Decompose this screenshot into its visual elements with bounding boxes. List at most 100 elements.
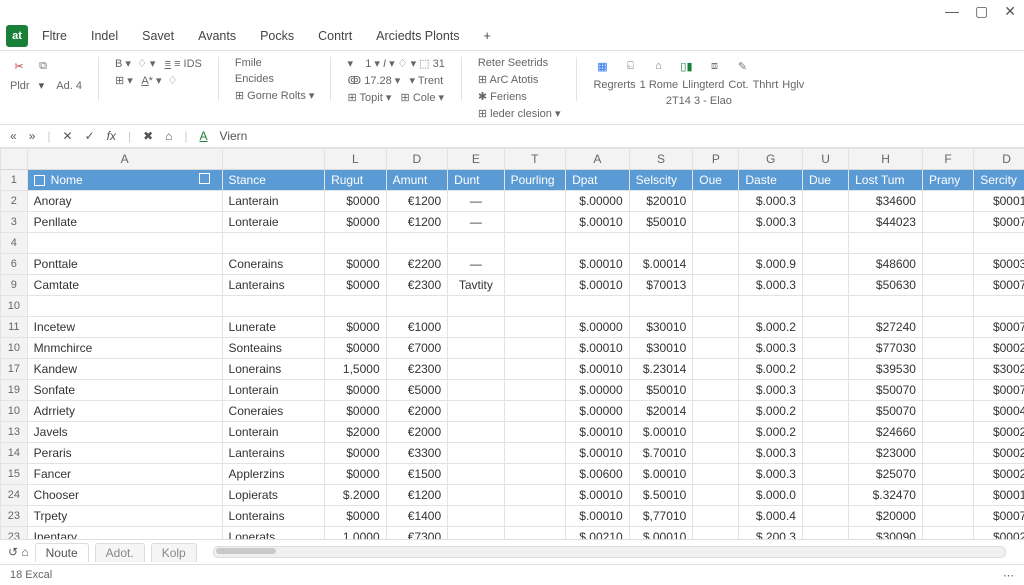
cell[interactable] — [802, 380, 848, 401]
cell[interactable]: Camtate — [27, 275, 222, 296]
ribbon-btn[interactable]: Regrerts — [593, 79, 635, 91]
cell[interactable]: $.00010 — [566, 275, 630, 296]
cell[interactable]: $.00600 — [566, 464, 630, 485]
cell[interactable] — [802, 506, 848, 527]
filter-header[interactable]: Amunt — [386, 170, 448, 191]
ribbon-label[interactable]: ⊞ leder clesion ▾ — [478, 107, 561, 120]
cell[interactable] — [566, 233, 630, 254]
row-header[interactable]: 9 — [1, 275, 28, 296]
cell[interactable]: — — [448, 212, 504, 233]
cell[interactable] — [448, 401, 504, 422]
cell[interactable]: Lonteraie — [222, 212, 325, 233]
cut-icon[interactable]: ✂ — [10, 57, 28, 75]
cell[interactable] — [386, 296, 448, 317]
cell[interactable]: $.00010 — [566, 485, 630, 506]
cell[interactable] — [222, 296, 325, 317]
cell[interactable]: $39530 — [849, 359, 923, 380]
cell[interactable] — [802, 485, 848, 506]
cell[interactable]: Lonerains — [222, 359, 325, 380]
sheet-tab[interactable]: Adot. — [95, 543, 145, 562]
cell[interactable] — [922, 401, 973, 422]
cell[interactable]: €2000 — [386, 422, 448, 443]
cell[interactable]: $70013 — [629, 275, 693, 296]
cell[interactable]: Lanterain — [222, 191, 325, 212]
cell[interactable] — [693, 422, 739, 443]
cell[interactable]: $0000 — [325, 380, 387, 401]
cell[interactable] — [693, 296, 739, 317]
column-header[interactable]: G — [739, 149, 803, 170]
namebox[interactable]: Viern — [220, 129, 248, 143]
cell[interactable] — [693, 254, 739, 275]
cell[interactable]: €2200 — [386, 254, 448, 275]
cell[interactable]: Chooser — [27, 485, 222, 506]
filter-icon[interactable]: ⧈ — [705, 57, 723, 75]
cell[interactable]: $20000 — [849, 506, 923, 527]
cell[interactable]: €1500 — [386, 464, 448, 485]
cell[interactable]: $23000 — [849, 443, 923, 464]
filter-header[interactable]: Sercity — [974, 170, 1024, 191]
nav-left-icon[interactable]: « — [10, 129, 17, 143]
menu-tab[interactable]: Fltre — [32, 25, 77, 47]
cell[interactable]: $.00000 — [566, 380, 630, 401]
cell[interactable] — [849, 296, 923, 317]
cell[interactable]: $.00010 — [629, 422, 693, 443]
spreadsheet-grid[interactable]: ALDETASPGUHFD 1NomeStanceRugutAmuntDuntP… — [0, 148, 1024, 539]
filter-header[interactable]: Stance — [222, 170, 325, 191]
cell[interactable]: $.000.4 — [739, 506, 803, 527]
cell[interactable]: $00048 — [974, 401, 1024, 422]
cell[interactable]: $.000.0 — [739, 485, 803, 506]
ribbon-label[interactable]: Fmile — [235, 57, 262, 69]
row-header[interactable]: 10 — [1, 296, 28, 317]
cell[interactable] — [504, 527, 566, 540]
wrap-group[interactable]: ⊞ Topit ▾ ⊞ Cole ▾ — [347, 91, 444, 104]
cell[interactable]: $0000 — [325, 254, 387, 275]
cell[interactable]: Sonfate — [27, 380, 222, 401]
row-header[interactable]: 2 — [1, 191, 28, 212]
cell[interactable]: €7300 — [386, 527, 448, 540]
cell[interactable] — [922, 506, 973, 527]
cell[interactable] — [504, 380, 566, 401]
filter-header[interactable]: Prany — [922, 170, 973, 191]
cell[interactable]: Inentary — [27, 527, 222, 540]
cell[interactable]: $0000 — [325, 338, 387, 359]
cell[interactable]: $0000 — [325, 317, 387, 338]
row-header[interactable]: 19 — [1, 380, 28, 401]
cell[interactable]: Mnmchirce — [27, 338, 222, 359]
cell[interactable] — [693, 212, 739, 233]
cell[interactable]: $30090 — [849, 527, 923, 540]
cell[interactable] — [802, 422, 848, 443]
cell[interactable]: $.000.3 — [739, 338, 803, 359]
row-header[interactable]: 14 — [1, 443, 28, 464]
cell[interactable] — [922, 422, 973, 443]
cell[interactable]: $00023 — [974, 443, 1024, 464]
paste-button[interactable]: Pldr — [10, 80, 30, 92]
cell[interactable] — [693, 527, 739, 540]
cell[interactable]: $0000 — [325, 443, 387, 464]
cell[interactable]: Fancer — [27, 464, 222, 485]
cell[interactable]: $.00010 — [566, 254, 630, 275]
cell[interactable] — [504, 191, 566, 212]
cell[interactable] — [504, 443, 566, 464]
cell[interactable] — [802, 254, 848, 275]
cell[interactable]: Sonteains — [222, 338, 325, 359]
cell[interactable] — [325, 233, 387, 254]
cell[interactable] — [802, 233, 848, 254]
cell[interactable] — [922, 254, 973, 275]
cell[interactable]: Lonterains — [222, 506, 325, 527]
sheet-tab[interactable]: Noute — [35, 543, 89, 562]
cell[interactable]: €1400 — [386, 506, 448, 527]
ribbon-btn[interactable]: 1 Rome — [640, 79, 679, 91]
cell[interactable] — [448, 233, 504, 254]
column-header[interactable]: A — [27, 149, 222, 170]
filter-header[interactable]: Rugut — [325, 170, 387, 191]
cell[interactable]: Tavtity — [448, 275, 504, 296]
cell[interactable] — [566, 296, 630, 317]
cell[interactable]: Conerains — [222, 254, 325, 275]
cell[interactable]: Peraris — [27, 443, 222, 464]
qb-icon[interactable]: ✖ — [143, 129, 153, 143]
filter-header[interactable]: Dpat — [566, 170, 630, 191]
cell[interactable]: Javels — [27, 422, 222, 443]
nav-right-icon[interactable]: » — [29, 129, 36, 143]
cell[interactable]: $.2000 — [325, 485, 387, 506]
cell[interactable] — [27, 233, 222, 254]
